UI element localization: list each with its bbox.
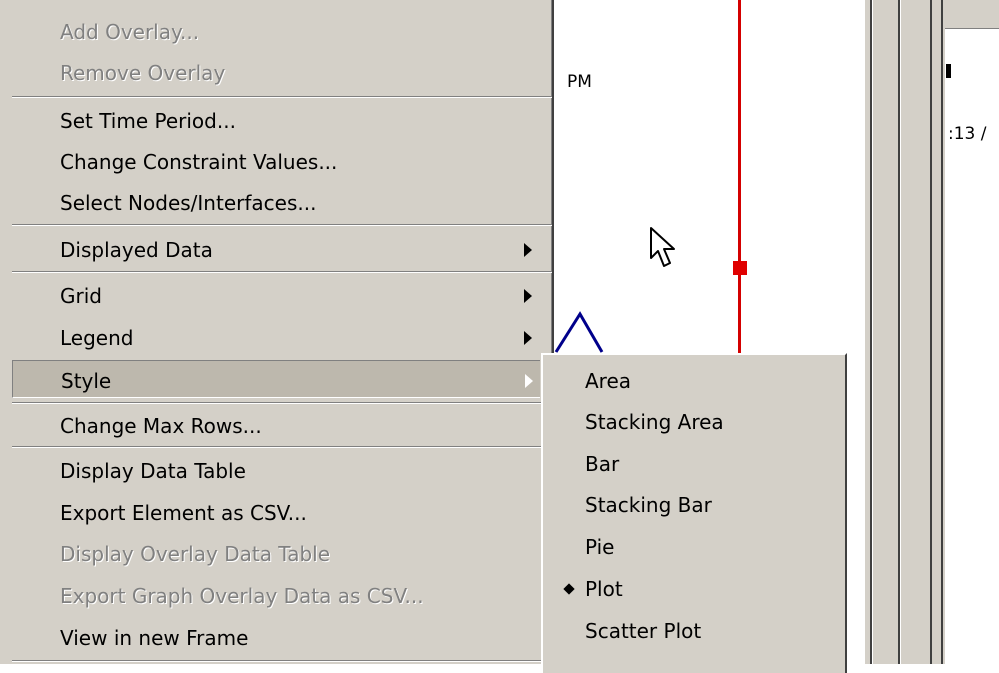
menu-separator	[12, 96, 552, 98]
style-option-bar[interactable]: Bar	[543, 444, 843, 484]
menu-item-display-overlay-data-table[interactable]: Display Overlay Data Table	[12, 534, 540, 572]
menu-separator	[12, 224, 552, 226]
menu-item-label: Remove Overlay	[60, 61, 226, 85]
menu-separator	[12, 660, 552, 662]
menu-item-change-max-rows[interactable]: Change Max Rows...	[12, 406, 540, 444]
checked-bullet-icon	[563, 583, 575, 595]
menu-item-displayed-data[interactable]: Displayed Data	[12, 230, 540, 268]
menu-item-select-nodes-interfaces[interactable]: Select Nodes/Interfaces...	[12, 183, 540, 221]
style-option-label: Stacking Bar	[585, 493, 712, 517]
menu-item-grid[interactable]: Grid	[12, 276, 540, 314]
menu-item-view-in-new-frame[interactable]: View in new Frame	[12, 618, 540, 656]
frame-border	[941, 0, 943, 664]
frame-highlight	[872, 0, 873, 664]
style-option-label: Pie	[585, 535, 615, 559]
menu-item-label: Set Time Period...	[60, 109, 236, 133]
style-option-stacking-area[interactable]: Stacking Area	[543, 402, 843, 442]
submenu-arrow-icon	[524, 243, 532, 257]
menu-item-export-overlay-csv[interactable]: Export Graph Overlay Data as CSV...	[12, 576, 540, 614]
menu-item-label: Add Overlay...	[60, 20, 200, 44]
series-line	[554, 311, 604, 353]
style-option-label: Plot	[585, 577, 623, 601]
menu-item-label: Change Max Rows...	[60, 414, 262, 438]
menu-item-label: View in new Frame	[60, 626, 249, 650]
menu-item-label: Display Data Table	[60, 459, 246, 483]
menu-item-display-data-table[interactable]: Display Data Table	[12, 451, 540, 489]
style-option-scatter-plot[interactable]: Scatter Plot	[543, 611, 843, 651]
submenu-arrow-icon	[525, 374, 533, 388]
context-menu: Add Overlay... Remove Overlay Set Time P…	[0, 0, 554, 664]
submenu-arrow-icon	[524, 331, 532, 345]
style-option-label: Stacking Area	[585, 410, 724, 434]
menu-item-label: Display Overlay Data Table	[60, 542, 331, 566]
side-chart-mark	[946, 64, 951, 78]
menu-separator	[12, 446, 552, 448]
menu-item-label: Style	[61, 369, 112, 393]
style-submenu: Area Stacking Area Bar Stacking Bar Pie …	[541, 353, 847, 673]
menu-item-label: Legend	[60, 326, 134, 350]
side-chart-time-label: :13 /	[948, 124, 987, 144]
time-axis-label: PM	[567, 72, 592, 92]
style-option-pie[interactable]: Pie	[543, 527, 843, 567]
menu-item-add-overlay[interactable]: Add Overlay...	[12, 12, 540, 50]
menu-item-style[interactable]: Style	[12, 360, 540, 398]
menu-item-set-time-period[interactable]: Set Time Period...	[12, 101, 540, 139]
menu-item-label: Export Graph Overlay Data as CSV...	[60, 584, 424, 608]
style-option-area[interactable]: Area	[543, 361, 843, 401]
style-option-label: Area	[585, 369, 632, 393]
frame-highlight	[900, 0, 901, 664]
menu-item-export-element-csv[interactable]: Export Element as CSV...	[12, 493, 540, 531]
menu-item-label: Select Nodes/Interfaces...	[60, 191, 317, 215]
menu-item-remove-overlay[interactable]: Remove Overlay	[12, 53, 540, 91]
menu-separator	[12, 402, 552, 404]
frame-border	[930, 0, 932, 664]
style-option-plot[interactable]: Plot	[543, 569, 843, 609]
time-marker-handle[interactable]	[733, 261, 747, 275]
menu-item-change-constraint-values[interactable]: Change Constraint Values...	[12, 142, 540, 180]
menu-separator	[12, 271, 552, 273]
style-option-label: Scatter Plot	[585, 619, 702, 643]
menu-item-label: Change Constraint Values...	[60, 150, 338, 174]
menu-item-label: Displayed Data	[60, 238, 213, 262]
style-option-label: Bar	[585, 452, 620, 476]
mouse-pointer-icon	[650, 227, 675, 267]
menu-item-label: Grid	[60, 284, 102, 308]
menu-item-legend[interactable]: Legend	[12, 318, 540, 356]
menu-item-label: Export Element as CSV...	[60, 501, 307, 525]
submenu-arrow-icon	[524, 289, 532, 303]
style-option-stacking-bar[interactable]: Stacking Bar	[543, 485, 843, 525]
